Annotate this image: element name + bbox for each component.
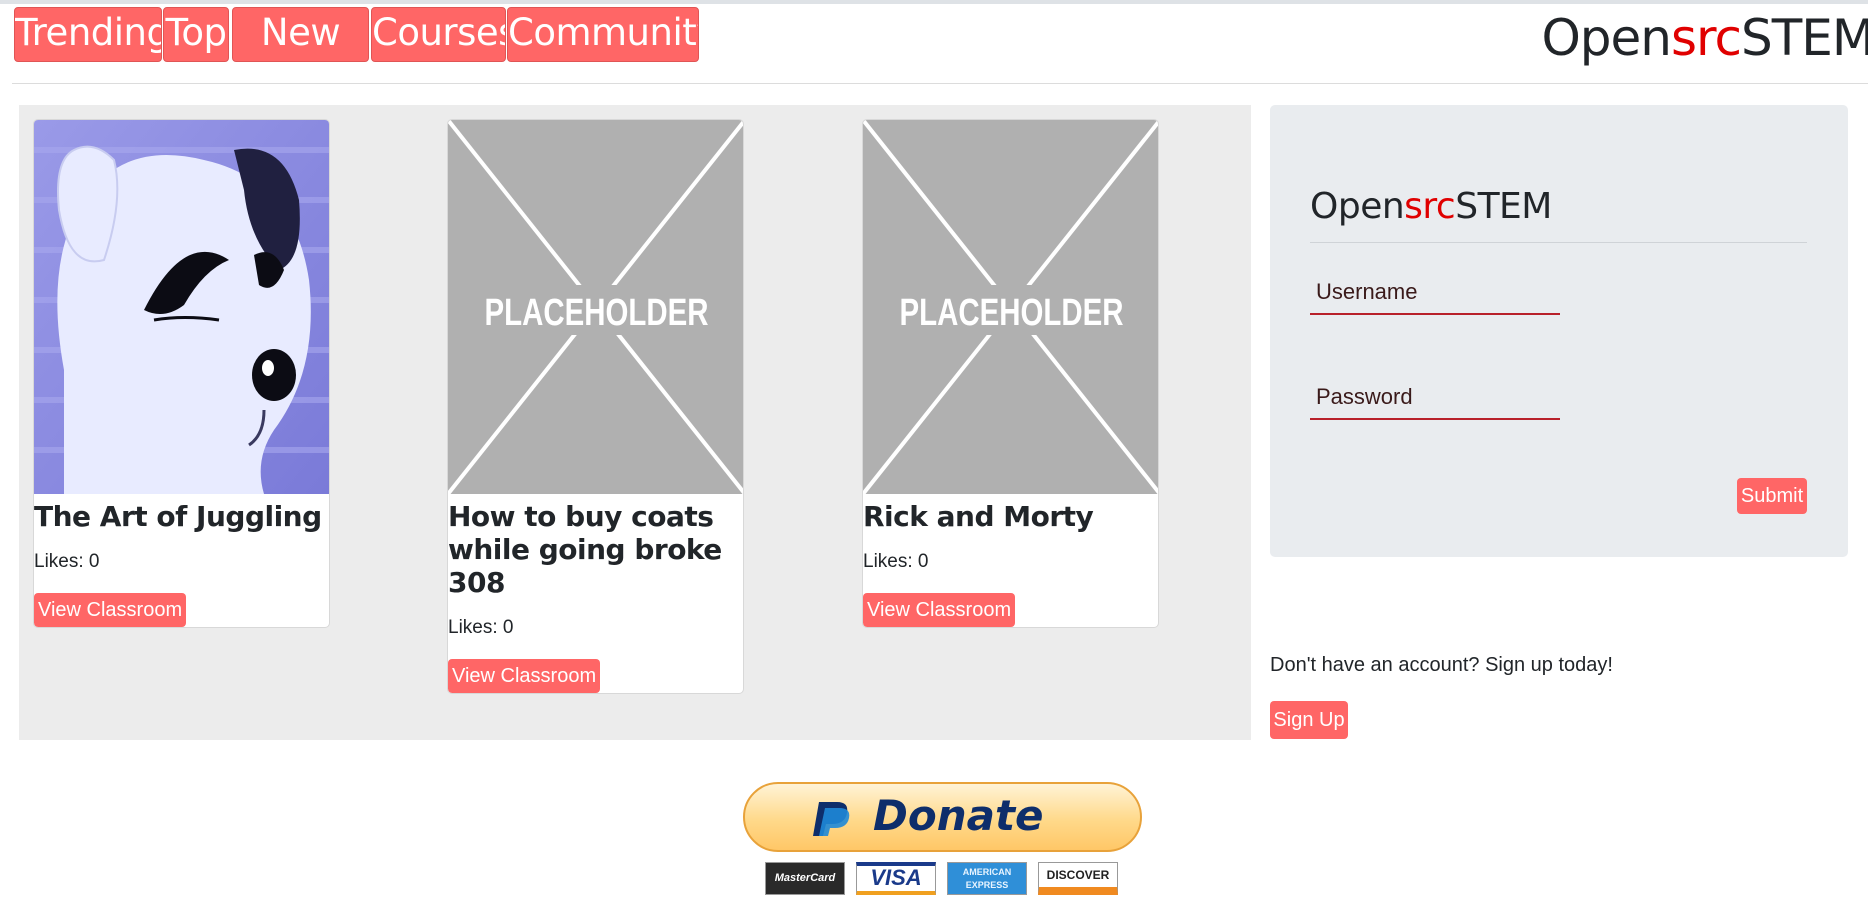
donate-label: Donate xyxy=(873,791,1044,840)
course-thumbnail[interactable] xyxy=(34,120,330,494)
card-label: MasterCard xyxy=(774,872,836,884)
brand-stem: STEM xyxy=(1455,186,1552,227)
course-title: The Art of Juggling xyxy=(34,500,322,533)
nav-courses-button[interactable]: Courses xyxy=(371,7,506,62)
placeholder-image[interactable]: PLACEHOLDER xyxy=(448,120,744,494)
brand-open: Open xyxy=(1541,9,1672,67)
login-panel: OpensrcSTEM Submit xyxy=(1270,105,1848,557)
card-label: DISCOVER xyxy=(1046,868,1110,882)
brand-open: Open xyxy=(1310,186,1405,227)
card-label: VISA xyxy=(870,865,922,890)
brand-src: src xyxy=(1670,9,1742,67)
nav-new-button[interactable]: New xyxy=(232,7,369,62)
course-card: The Art of Juggling Likes: 0 View Classr… xyxy=(33,119,330,628)
signup-prompt: Don't have an account? Sign up today! xyxy=(1270,654,1613,676)
visa-icon: VISA xyxy=(856,862,936,895)
submit-button[interactable]: Submit xyxy=(1737,478,1807,514)
placeholder-label: PLACEHOLDER xyxy=(485,292,709,334)
login-brand: OpensrcSTEM xyxy=(1310,185,1552,229)
mastercard-icon: MasterCard xyxy=(765,862,845,895)
brand-src: src xyxy=(1404,186,1456,227)
course-title: Rick and Morty xyxy=(863,500,1094,533)
nav-trending-button[interactable]: Trending xyxy=(14,7,162,62)
nav-community-button[interactable]: Community xyxy=(507,7,699,62)
sign-up-button[interactable]: Sign Up xyxy=(1270,701,1348,739)
site-logo[interactable]: OpensrcSTEM xyxy=(1541,8,1868,68)
nav-top-button[interactable]: Top xyxy=(163,7,229,62)
discover-icon: DISCOVER xyxy=(1038,862,1118,895)
course-likes: Likes: 0 xyxy=(863,551,929,572)
view-classroom-button[interactable]: View Classroom xyxy=(448,659,601,693)
view-classroom-button[interactable]: View Classroom xyxy=(34,593,187,627)
login-divider xyxy=(1310,242,1807,243)
placeholder-image[interactable]: PLACEHOLDER xyxy=(863,120,1159,494)
amex-icon: AMERICAN EXPRESS xyxy=(947,862,1027,895)
view-classroom-button[interactable]: View Classroom xyxy=(863,593,1016,627)
course-card: PLACEHOLDER Rick and Morty Likes: 0 View… xyxy=(862,119,1159,628)
top-border xyxy=(0,0,1868,4)
card-label: AMERICAN EXPRESS xyxy=(962,867,1012,890)
placeholder-label: PLACEHOLDER xyxy=(900,292,1124,334)
course-title: How to buy coats while going broke 308 xyxy=(448,500,722,599)
course-likes: Likes: 0 xyxy=(34,551,100,572)
donate-button[interactable]: Donate xyxy=(743,782,1142,852)
password-input[interactable] xyxy=(1310,376,1560,420)
nav-divider xyxy=(12,83,1868,84)
course-card: PLACEHOLDER How to buy coats while going… xyxy=(447,119,744,694)
course-likes: Likes: 0 xyxy=(448,617,514,638)
brand-stem: STEM xyxy=(1740,9,1868,67)
paypal-icon xyxy=(813,802,850,836)
username-input[interactable] xyxy=(1310,271,1560,315)
